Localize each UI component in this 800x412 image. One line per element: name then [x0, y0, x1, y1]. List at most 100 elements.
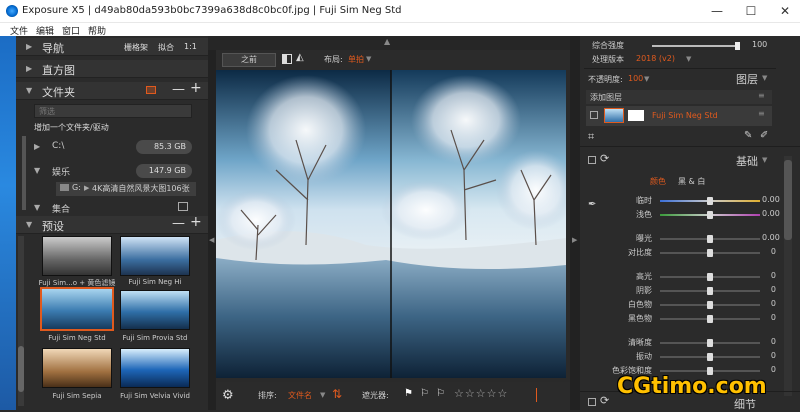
nav-fill-option[interactable]: 栅格架 — [124, 42, 148, 53]
chevron-up-icon[interactable]: ▲ — [384, 37, 390, 46]
chevron-right-icon[interactable]: ▶ — [572, 236, 577, 244]
sort-dropdown[interactable]: 文件名 — [288, 390, 312, 401]
folders-header[interactable]: ▼ 文件夹 — + — [16, 80, 208, 100]
panel-toggle-icon[interactable] — [588, 398, 596, 406]
preset-thumb-selected[interactable] — [40, 287, 114, 331]
chevron-down-icon[interactable]: ▼ — [762, 74, 767, 82]
preset-thumb[interactable] — [42, 348, 112, 388]
opacity-dropdown[interactable]: 100 — [628, 74, 643, 83]
strength-slider-knob[interactable] — [735, 42, 740, 50]
compare-icon[interactable]: ◭ — [296, 52, 304, 63]
slider-row[interactable]: 浅色 0.00 — [580, 208, 780, 222]
preset-thumb[interactable] — [120, 290, 190, 330]
chevron-down-icon[interactable]: ▼ — [686, 55, 691, 63]
slider-row[interactable]: 清晰度 0 — [580, 336, 780, 350]
left-splitter[interactable]: ◀ — [208, 36, 216, 410]
drag-handle-icon[interactable]: ≡ — [758, 91, 765, 100]
slider-knob[interactable] — [707, 287, 713, 295]
minimize-button[interactable]: — — [702, 0, 732, 22]
collapse-down-icon[interactable]: ▼ — [34, 166, 40, 175]
slider-track[interactable] — [660, 339, 760, 347]
close-button[interactable]: ✕ — [770, 0, 800, 22]
image-canvas[interactable] — [216, 70, 566, 378]
slider-track[interactable] — [660, 249, 760, 257]
presets-header[interactable]: ▼ 预设 — + — [16, 214, 208, 234]
slider-knob[interactable] — [707, 211, 713, 219]
folder-scrollbar[interactable] — [22, 136, 26, 210]
slider-track[interactable] — [660, 211, 760, 219]
layer-visibility-icon[interactable] — [590, 111, 598, 119]
chevron-left-icon[interactable]: ◀ — [209, 236, 214, 244]
slider-knob[interactable] — [707, 249, 713, 257]
layout-dropdown[interactable]: 单拍 — [348, 54, 364, 65]
bw-tab[interactable]: 黑 & 白 — [678, 176, 705, 187]
slider-knob[interactable] — [707, 301, 713, 309]
slider-row[interactable]: 振动 0 — [580, 350, 780, 364]
panel-toggle-icon[interactable] — [588, 156, 596, 164]
slider-track[interactable] — [660, 301, 760, 309]
reset-icon[interactable]: ⟳ — [600, 152, 609, 165]
color-tab[interactable]: 颜色 — [650, 176, 666, 187]
subfolder-row[interactable]: G: ▶ 4K高清自然风景大图106张 — [56, 182, 196, 196]
slider-knob[interactable] — [707, 339, 713, 347]
strength-slider[interactable] — [652, 42, 740, 50]
right-scrollbar-track[interactable] — [784, 156, 792, 396]
slider-row[interactable]: 曝光 0.00 — [580, 232, 780, 246]
slider-track[interactable] — [660, 367, 760, 375]
plus-icon[interactable]: + — [190, 214, 202, 230]
slider-track[interactable] — [660, 287, 760, 295]
slider-track[interactable] — [660, 315, 760, 323]
histogram-header[interactable]: ▶ 直方图 — [16, 60, 208, 78]
folder-filter-input[interactable]: 筛选 — [34, 104, 192, 118]
plus-icon[interactable]: + — [190, 80, 202, 96]
slider-track[interactable] — [660, 235, 760, 243]
chevron-down-icon[interactable]: ▼ — [366, 55, 371, 63]
minus-icon[interactable]: — — [172, 82, 185, 97]
layer-row[interactable]: Fuji Sim Neg Std ≡ — [586, 106, 772, 126]
slider-row[interactable]: 阴影 0 — [580, 284, 780, 298]
slider-knob[interactable] — [707, 273, 713, 281]
unflagged-icon[interactable]: ⚐ — [436, 388, 445, 399]
add-folder-link[interactable]: 增加一个文件夹/驱动 — [34, 122, 109, 133]
slider-row[interactable]: 黑色物 0 — [580, 312, 780, 326]
navigator-header[interactable]: ▶ 导航 栅格架 拟合 1:1 — [16, 38, 208, 56]
star-rating-filter[interactable]: ☆☆☆☆☆ — [454, 387, 508, 400]
drive-c-label[interactable]: C:\ — [52, 141, 64, 151]
flag-icon[interactable]: ⚑ — [404, 388, 413, 399]
chevron-down-icon[interactable]: ▼ — [762, 156, 767, 164]
slider-knob[interactable] — [707, 235, 713, 243]
preset-thumb[interactable] — [42, 236, 112, 276]
sort-order-icon[interactable]: ⇅ — [332, 387, 342, 401]
drive-entertainment-label[interactable]: 娱乐 — [52, 165, 70, 178]
folder-color-icon[interactable] — [146, 86, 156, 94]
minus-icon[interactable]: — — [172, 216, 185, 231]
nav-100-option[interactable]: 1:1 — [184, 42, 197, 51]
split-view-icon[interactable] — [282, 54, 292, 64]
presets-scrollbar-track[interactable] — [18, 236, 24, 406]
chevron-down-icon[interactable]: ▼ — [320, 391, 325, 399]
brush-icon[interactable]: ✐ — [760, 130, 768, 141]
preset-thumb[interactable] — [120, 236, 190, 276]
reject-flag-icon[interactable]: ⚐ — [420, 388, 429, 399]
right-scrollbar-thumb[interactable] — [784, 160, 792, 240]
gear-icon[interactable]: ⚙ — [222, 388, 234, 403]
chevron-down-icon[interactable]: ▼ — [644, 75, 649, 83]
drag-handle-icon[interactable]: ≡ — [758, 109, 765, 118]
before-button[interactable]: 之前 — [222, 53, 276, 67]
maximize-button[interactable]: ☐ — [736, 0, 766, 22]
slider-row[interactable]: 对比度 0 — [580, 246, 780, 260]
slider-track[interactable] — [660, 197, 760, 205]
crop-icon[interactable]: ⌗ — [588, 130, 594, 144]
slider-row[interactable]: 白色物 0 — [580, 298, 780, 312]
nav-fit-option[interactable]: 拟合 — [158, 42, 174, 53]
preset-thumb[interactable] — [120, 348, 190, 388]
reset-icon[interactable]: ⟳ — [600, 394, 609, 407]
collection-icon[interactable] — [178, 202, 188, 211]
right-splitter[interactable]: ▶ — [570, 36, 580, 410]
presets-scrollbar-thumb[interactable] — [18, 346, 24, 392]
slider-track[interactable] — [660, 353, 760, 361]
slider-row[interactable]: 临时 0.00 — [580, 194, 780, 208]
slider-knob[interactable] — [707, 315, 713, 323]
collapse-down-icon[interactable]: ▼ — [34, 203, 40, 212]
slider-knob[interactable] — [707, 197, 713, 205]
